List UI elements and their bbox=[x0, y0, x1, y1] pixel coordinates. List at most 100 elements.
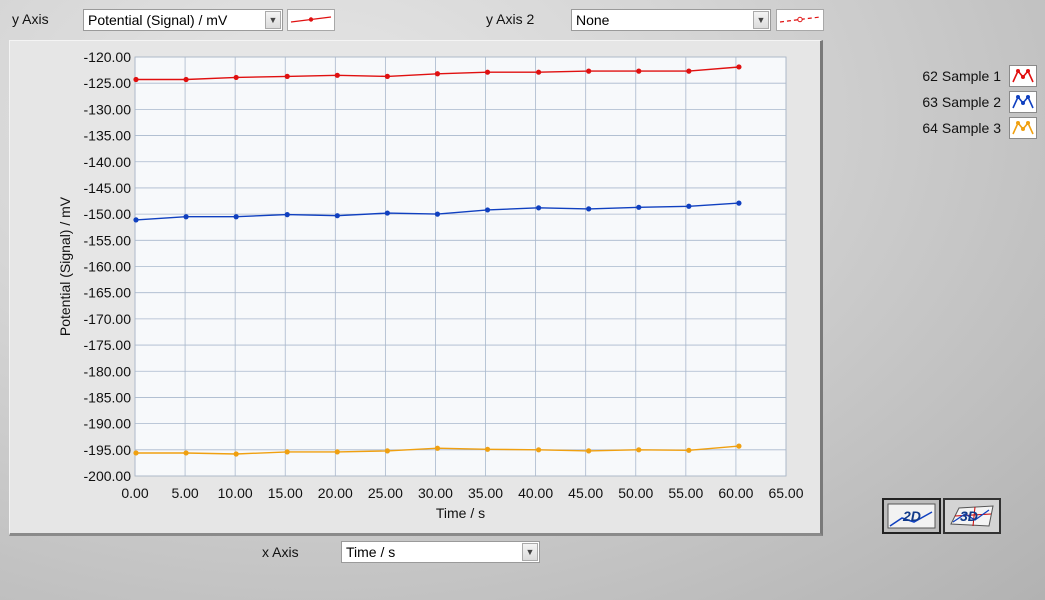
line-chart[interactable]: -120.00 -125.00 -130.00 -135.00 -140.00 -145.… bbox=[10, 41, 824, 537]
x-tick-label: 60.00 bbox=[718, 485, 753, 501]
y-tick-label: -195.00 bbox=[84, 442, 132, 458]
data-point bbox=[284, 73, 290, 79]
data-point bbox=[133, 217, 139, 223]
x-tick-label: 25.00 bbox=[368, 485, 403, 501]
legend-label: 62 Sample 1 bbox=[922, 68, 1001, 84]
chevron-down-icon[interactable]: ▼ bbox=[522, 543, 538, 561]
chart-3d-icon: 3D bbox=[950, 505, 994, 527]
y-axis-line-style[interactable] bbox=[287, 9, 335, 31]
y-tick-label: -155.00 bbox=[84, 232, 132, 248]
y-tick-label: -180.00 bbox=[84, 363, 132, 379]
data-point bbox=[686, 203, 692, 209]
x-tick-label: 5.00 bbox=[171, 485, 198, 501]
chevron-down-icon[interactable]: ▼ bbox=[753, 11, 769, 29]
y-axis2-line-style[interactable] bbox=[776, 9, 824, 31]
x-axis-title: Time / s bbox=[436, 505, 485, 521]
chevron-down-icon[interactable]: ▼ bbox=[265, 11, 281, 29]
legend-series-icon[interactable] bbox=[1009, 91, 1037, 113]
data-point bbox=[334, 72, 340, 78]
legend-item[interactable]: 62 Sample 1 bbox=[897, 65, 1037, 89]
x-tick-label: 40.00 bbox=[518, 485, 553, 501]
x-tick-label: 45.00 bbox=[568, 485, 603, 501]
data-point bbox=[586, 206, 592, 212]
x-tick-label: 15.00 bbox=[268, 485, 303, 501]
x-tick-label: 20.00 bbox=[318, 485, 353, 501]
y-tick-label: -190.00 bbox=[84, 416, 132, 432]
y-tick-label: -125.00 bbox=[84, 75, 132, 91]
y-tick-label: -120.00 bbox=[84, 49, 132, 65]
y-tick-label: -185.00 bbox=[84, 389, 132, 405]
y-axis2-label: y Axis 2 bbox=[486, 11, 535, 27]
data-point bbox=[284, 212, 290, 218]
chart-2d-icon: 2D bbox=[887, 503, 936, 529]
x-tick-label: 0.00 bbox=[121, 485, 148, 501]
x-axis-label: x Axis bbox=[262, 544, 299, 560]
view-2d-label: 2D bbox=[902, 508, 921, 524]
data-point bbox=[334, 449, 340, 455]
data-point bbox=[484, 207, 491, 213]
y-tick-label: -175.00 bbox=[84, 337, 132, 353]
y-tick-label: -130.00 bbox=[84, 101, 132, 117]
data-point bbox=[586, 68, 592, 74]
y-tick-label: -140.00 bbox=[84, 154, 132, 170]
data-point bbox=[536, 205, 542, 211]
x-tick-label: 35.00 bbox=[468, 485, 503, 501]
data-point bbox=[284, 449, 290, 455]
legend-item[interactable]: 63 Sample 2 bbox=[897, 91, 1037, 115]
data-point bbox=[233, 74, 239, 81]
data-point bbox=[133, 76, 139, 83]
y-tick-label: -145.00 bbox=[84, 180, 132, 196]
data-point bbox=[536, 447, 542, 453]
data-point bbox=[434, 71, 441, 77]
view-2d-button[interactable]: 2D bbox=[882, 498, 941, 534]
y-tick-label: -200.00 bbox=[84, 468, 132, 484]
x-tick-label: 55.00 bbox=[668, 485, 703, 501]
data-point bbox=[636, 68, 642, 74]
data-point bbox=[636, 447, 642, 453]
data-point bbox=[183, 450, 189, 456]
data-point bbox=[736, 443, 742, 449]
data-point bbox=[133, 450, 139, 456]
data-point bbox=[586, 448, 592, 454]
data-point bbox=[233, 214, 239, 220]
data-point bbox=[686, 68, 692, 74]
data-point bbox=[736, 200, 742, 206]
legend-series-icon[interactable] bbox=[1009, 117, 1037, 139]
data-point bbox=[536, 69, 542, 75]
data-point bbox=[686, 447, 692, 453]
x-axis-select-value: Time / s bbox=[346, 544, 396, 560]
x-tick-label: 65.00 bbox=[768, 485, 803, 501]
data-point bbox=[434, 211, 441, 217]
view-3d-button[interactable]: 3D bbox=[943, 498, 1001, 534]
x-tick-label: 50.00 bbox=[618, 485, 653, 501]
y-tick-label: -150.00 bbox=[84, 206, 132, 222]
legend-item[interactable]: 64 Sample 3 bbox=[897, 117, 1037, 141]
view-3d-label: 3D bbox=[960, 508, 978, 524]
data-point bbox=[384, 210, 390, 216]
data-point bbox=[334, 213, 340, 219]
y-tick-label: -170.00 bbox=[84, 311, 132, 327]
y-axis-select-value: Potential (Signal) / mV bbox=[88, 12, 228, 28]
legend-series-icon[interactable] bbox=[1009, 65, 1037, 87]
x-tick-label: 10.00 bbox=[218, 485, 253, 501]
graph-panel: -120.00 -125.00 -130.00 -135.00 -140.00 -145.… bbox=[9, 40, 823, 536]
y-axis2-select[interactable]: None ▼ bbox=[571, 9, 771, 31]
x-tick-label: 30.00 bbox=[418, 485, 453, 501]
y-axis-select[interactable]: Potential (Signal) / mV ▼ bbox=[83, 9, 283, 31]
y-axis-title: Potential (Signal) / mV bbox=[57, 196, 73, 336]
data-point bbox=[183, 76, 189, 83]
legend-label: 63 Sample 2 bbox=[922, 94, 1001, 110]
y-axis2-select-value: None bbox=[576, 12, 610, 28]
y-axis-label: y Axis bbox=[12, 11, 49, 27]
data-point bbox=[736, 64, 742, 70]
data-point bbox=[484, 69, 491, 75]
data-point bbox=[384, 448, 390, 454]
data-point bbox=[233, 451, 239, 457]
data-point bbox=[636, 204, 642, 210]
line-style-icon bbox=[779, 16, 821, 23]
data-point bbox=[484, 446, 491, 452]
data-point bbox=[183, 214, 189, 220]
y-tick-label: -160.00 bbox=[84, 259, 132, 275]
x-axis-select[interactable]: Time / s ▼ bbox=[341, 541, 540, 563]
y-tick-label: -135.00 bbox=[84, 128, 132, 144]
